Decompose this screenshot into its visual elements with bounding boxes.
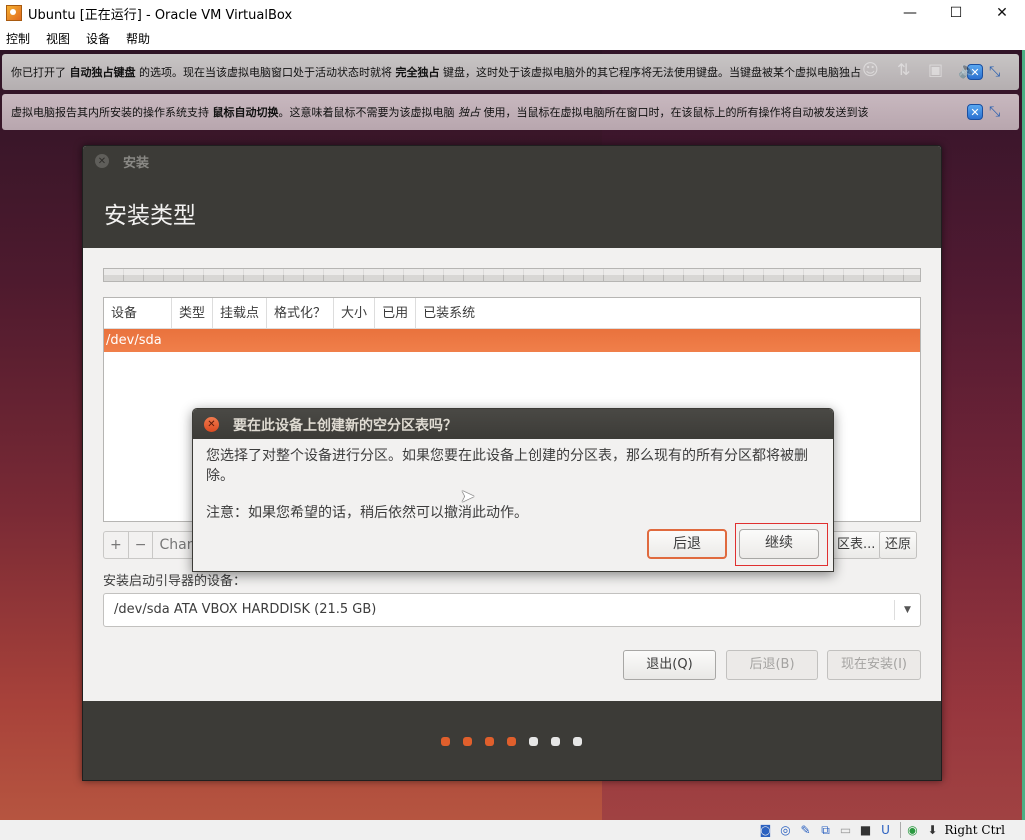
host-key-label: Right Ctrl — [944, 823, 1006, 837]
menubar: 控制 视图 设备 帮助 — [0, 26, 1025, 50]
do-not-show-again-icon[interactable]: ⤡ — [989, 64, 1007, 80]
partition-bar — [103, 268, 921, 282]
dialog-close-icon[interactable]: ✕ — [204, 417, 219, 432]
new-partition-table-button[interactable]: 区表... — [831, 531, 882, 559]
progress-dot-pending — [573, 737, 582, 746]
keyboard-capture-icon[interactable]: ⬇ — [925, 822, 941, 838]
dialog-message: 您选择了对整个设备进行分区。如果您要在此设备上创建的分区表，那么现有的所有分区都… — [206, 448, 808, 484]
dialog-back-button[interactable]: 后退 — [647, 529, 727, 559]
col-device[interactable]: 设备 — [104, 297, 172, 329]
accessibility-icon: ☺ — [862, 60, 879, 79]
close-notice-icon[interactable]: ✕ — [967, 104, 983, 120]
window-titlebar: Ubuntu [正在运行] - Oracle VM VirtualBox — ☐… — [0, 0, 1025, 26]
installer-window-title: 安装 — [123, 156, 150, 171]
video-capture-icon[interactable]: ■ — [858, 822, 874, 838]
boot-device-value: /dev/sda ATA VBOX HARDDISK (21.5 GB) — [114, 602, 377, 617]
vm-statusbar: ◙ ◎ ✎ ⧉ ▭ ■ U ◉ ⬇ Right Ctrl — [0, 820, 1025, 840]
close-button[interactable]: ✕ — [979, 0, 1025, 26]
minimize-button[interactable]: — — [887, 0, 933, 26]
dropdown-arrow-icon: ▼ — [894, 600, 920, 620]
dialog-note: 注意：如果您希望的话，稍后依然可以撤消此动作。 — [206, 505, 528, 521]
statusbar-divider — [899, 822, 901, 838]
dialog-header: ✕ 要在此设备上创建新的空分区表吗？ — [193, 409, 833, 439]
installer-header: ✕ 安装 安装类型 — [83, 146, 941, 248]
page-title: 安装类型 — [104, 203, 196, 229]
remove-partition-button[interactable]: − — [129, 532, 154, 558]
menu-view[interactable]: 视图 — [46, 30, 70, 47]
dialog-title: 要在此设备上创建新的空分区表吗？ — [233, 418, 457, 434]
usb-icon[interactable]: U — [878, 822, 894, 838]
progress-dot-done — [441, 737, 450, 746]
maximize-button[interactable]: ☐ — [933, 0, 979, 26]
col-format[interactable]: 格式化？ — [267, 297, 335, 329]
installer-footer — [83, 701, 941, 780]
menu-help[interactable]: 帮助 — [126, 30, 150, 47]
virtualbox-app-icon — [6, 5, 22, 21]
progress-dot-pending — [529, 737, 538, 746]
network-icon[interactable]: ⧉ — [818, 822, 834, 838]
boot-device-select[interactable]: /dev/sda ATA VBOX HARDDISK (21.5 GB) ▼ — [103, 593, 921, 627]
installer-close-icon[interactable]: ✕ — [95, 154, 109, 168]
col-size[interactable]: 大小 — [334, 297, 376, 329]
window-title: Ubuntu [正在运行] - Oracle VM VirtualBox — [28, 7, 293, 23]
boot-device-label: 安装启动引导器的设备： — [103, 574, 247, 589]
col-mount[interactable]: 挂载点 — [213, 297, 268, 329]
mouse-integration-notice: 虚拟电脑报告其内所安装的操作系统支持 鼠标自动切换。这意味着鼠标不需要为该虚拟电… — [2, 94, 1019, 130]
mouse-cursor-icon: ➤ — [460, 486, 476, 507]
do-not-show-again-icon[interactable]: ⤡ — [989, 104, 1007, 120]
continue-highlight-box — [735, 523, 828, 566]
progress-dot-done — [463, 737, 472, 746]
menu-devices[interactable]: 设备 — [86, 30, 110, 47]
col-system[interactable]: 已装系统 — [416, 298, 482, 329]
volume-icon: 🔈 — [958, 60, 978, 79]
mouse-integration-icon[interactable]: ◉ — [905, 822, 921, 838]
progress-dots — [441, 737, 595, 746]
quit-button[interactable]: 退出(Q) — [623, 650, 716, 680]
audio-icon[interactable]: ✎ — [798, 822, 814, 838]
table-header: 设备 类型 挂载点 格式化？ 大小 已用 已装系统 — [104, 297, 920, 329]
hard-disk-icon[interactable]: ◙ — [758, 822, 774, 838]
progress-dot-done — [507, 737, 516, 746]
progress-dot-pending — [551, 737, 560, 746]
revert-button[interactable]: 还原 — [879, 531, 918, 559]
keyboard-layout-icon: ▣ — [928, 60, 944, 79]
shared-folders-icon[interactable]: ▭ — [838, 822, 854, 838]
optical-drive-icon[interactable]: ◎ — [778, 822, 794, 838]
network-arrows-icon: ⇅ — [897, 60, 911, 79]
add-partition-button[interactable]: + — [104, 532, 129, 558]
col-used[interactable]: 已用 — [375, 297, 417, 329]
col-type[interactable]: 类型 — [172, 297, 214, 329]
menu-control[interactable]: 控制 — [6, 30, 30, 47]
install-now-button[interactable]: 现在安装(I) — [827, 650, 921, 680]
progress-dot-done — [485, 737, 494, 746]
back-button[interactable]: 后退(B) — [726, 650, 818, 680]
table-row[interactable]: /dev/sda — [104, 329, 920, 352]
